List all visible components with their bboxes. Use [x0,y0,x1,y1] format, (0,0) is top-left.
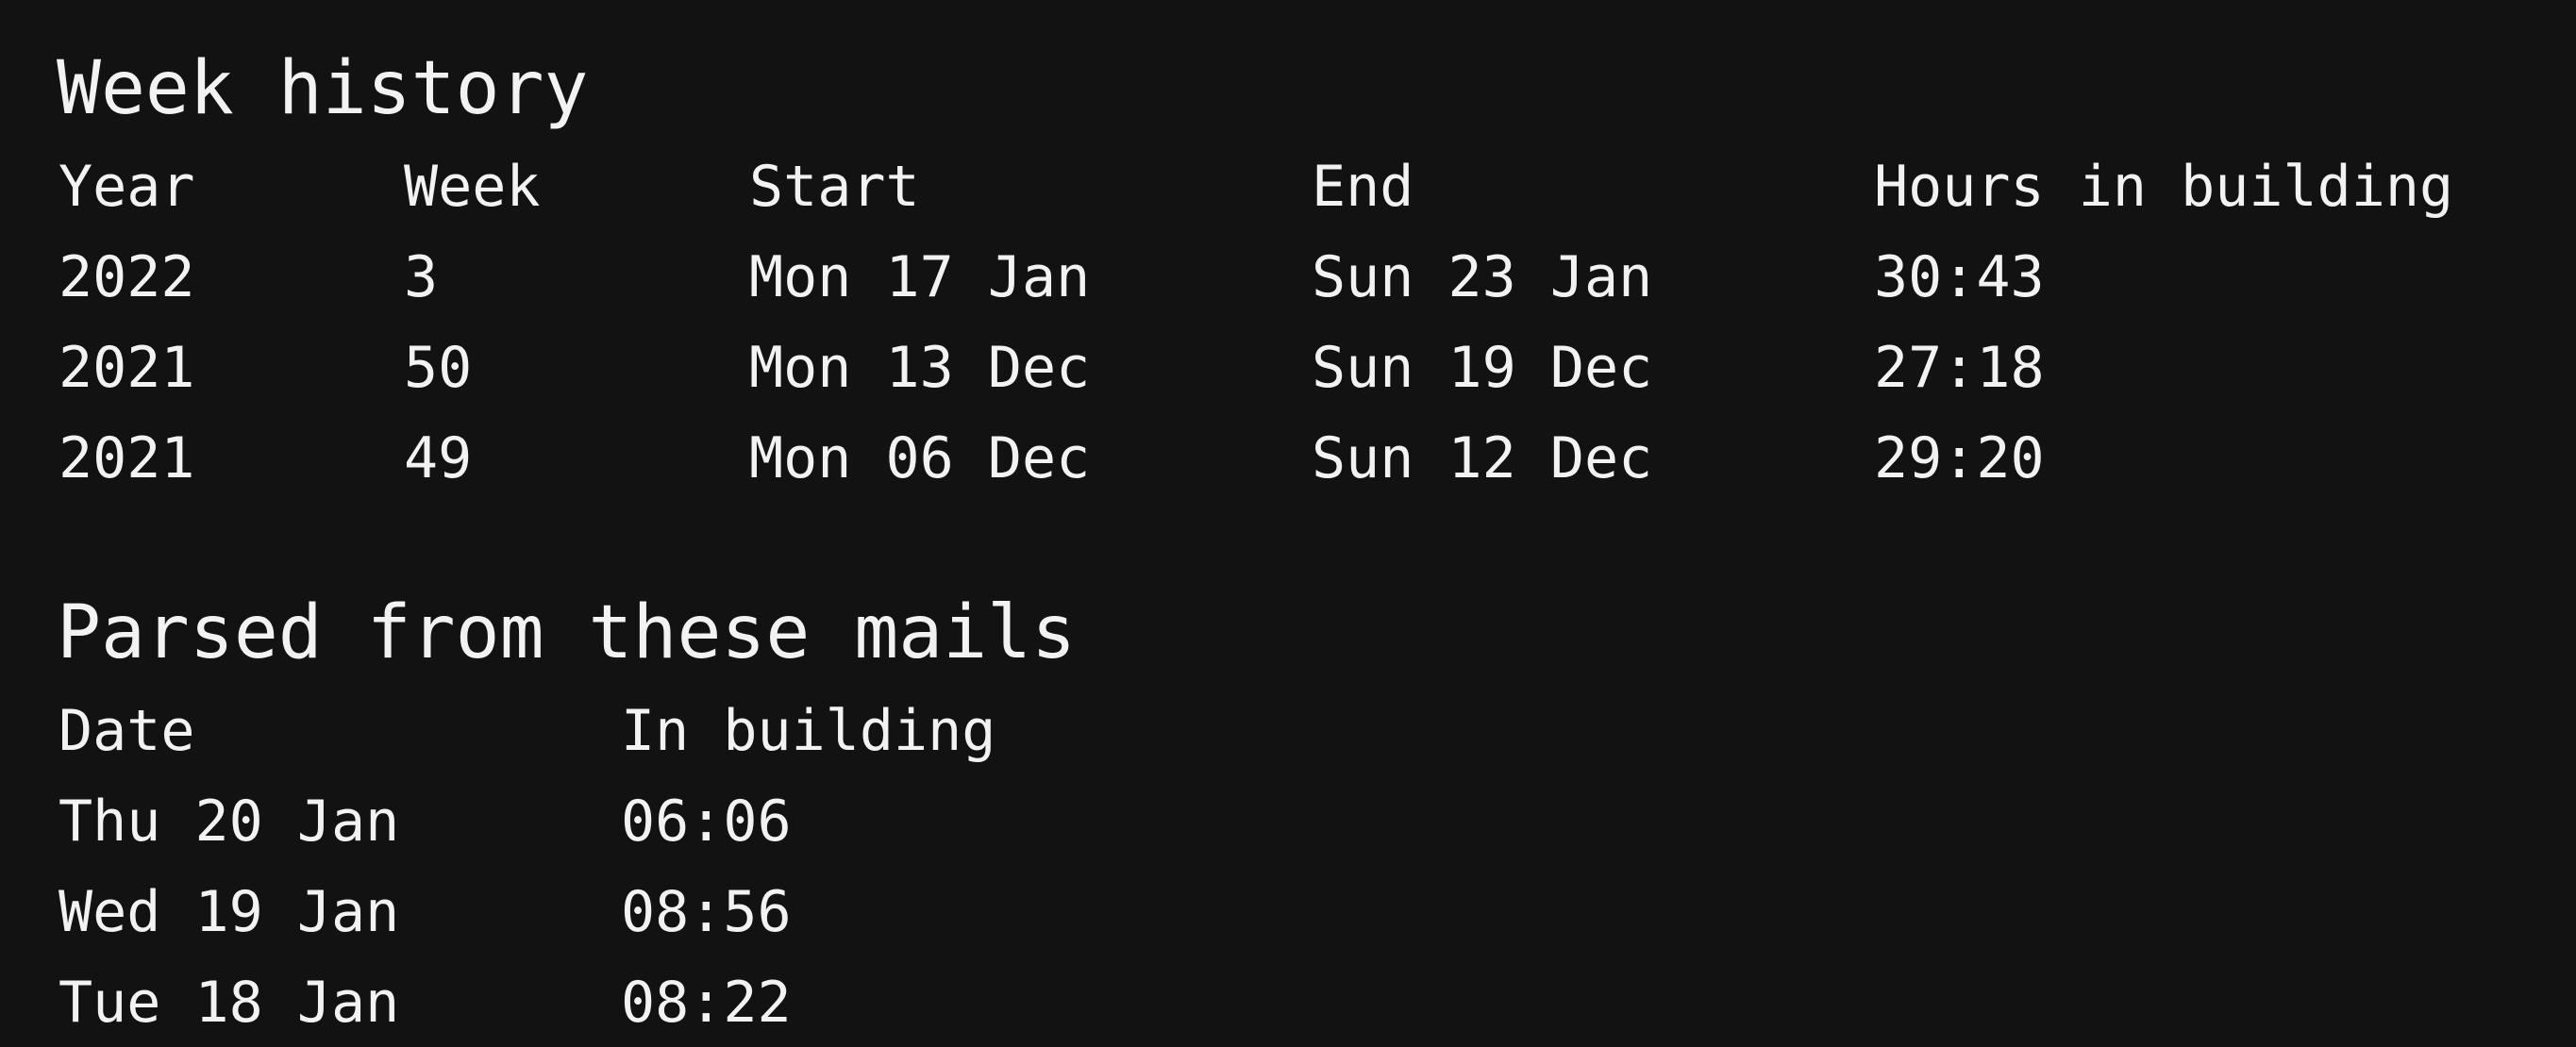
parsed-mails-table: Date In building Thu 20 Jan 06:06 Wed 19… [59,686,1093,1047]
cell-start: Mon 13 Dec [749,335,1091,401]
parsed-mails-title: Parsed from these mails [57,590,1077,675]
table-row: Wed 19 Jan 08:56 [59,867,1093,957]
cell-year: 2021 [59,335,195,401]
cell-week: 50 [404,335,473,401]
week-history-table: Year Week Start End Hours in building 20… [59,141,2534,504]
table-header-row: Date In building [59,686,1093,776]
cell-hours: 30:43 [1874,244,2045,310]
cell-year: 2022 [59,244,195,310]
column-header-week: Week [404,154,541,220]
cell-end: Sun 12 Dec [1312,425,1653,491]
cell-hours: 29:20 [1874,425,2045,491]
cell-week: 49 [404,425,473,491]
cell-date: Thu 20 Jan [59,789,400,855]
table-row: 2022 3 Mon 17 Jan Sun 23 Jan 30:43 [59,232,2534,323]
column-header-hours: Hours in building [1874,154,2454,220]
table-row: 2021 50 Mon 13 Dec Sun 19 Dec 27:18 [59,323,2534,413]
column-header-start: Start [749,154,920,220]
column-header-year: Year [59,154,195,220]
cell-end: Sun 19 Dec [1312,335,1653,401]
cell-start: Mon 17 Jan [749,244,1091,310]
cell-hours: 27:18 [1874,335,2045,401]
week-history-title: Week history [57,46,589,131]
column-header-in-building: In building [621,698,996,764]
cell-date: Wed 19 Jan [59,879,400,945]
cell-week: 3 [404,244,439,310]
cell-end: Sun 23 Jan [1312,244,1653,310]
table-row: 2021 49 Mon 06 Dec Sun 12 Dec 29:20 [59,413,2534,504]
cell-start: Mon 06 Dec [749,425,1091,491]
table-header-row: Year Week Start End Hours in building [59,141,2534,232]
table-row: Tue 18 Jan 08:22 [59,957,1093,1047]
cell-date: Tue 18 Jan [59,970,400,1036]
column-header-end: End [1312,154,1414,220]
cell-in-building: 08:22 [621,970,792,1036]
cell-in-building: 08:56 [621,879,792,945]
column-header-date: Date [59,698,195,764]
table-row: Thu 20 Jan 06:06 [59,776,1093,867]
cell-year: 2021 [59,425,195,491]
cell-in-building: 06:06 [621,789,792,855]
